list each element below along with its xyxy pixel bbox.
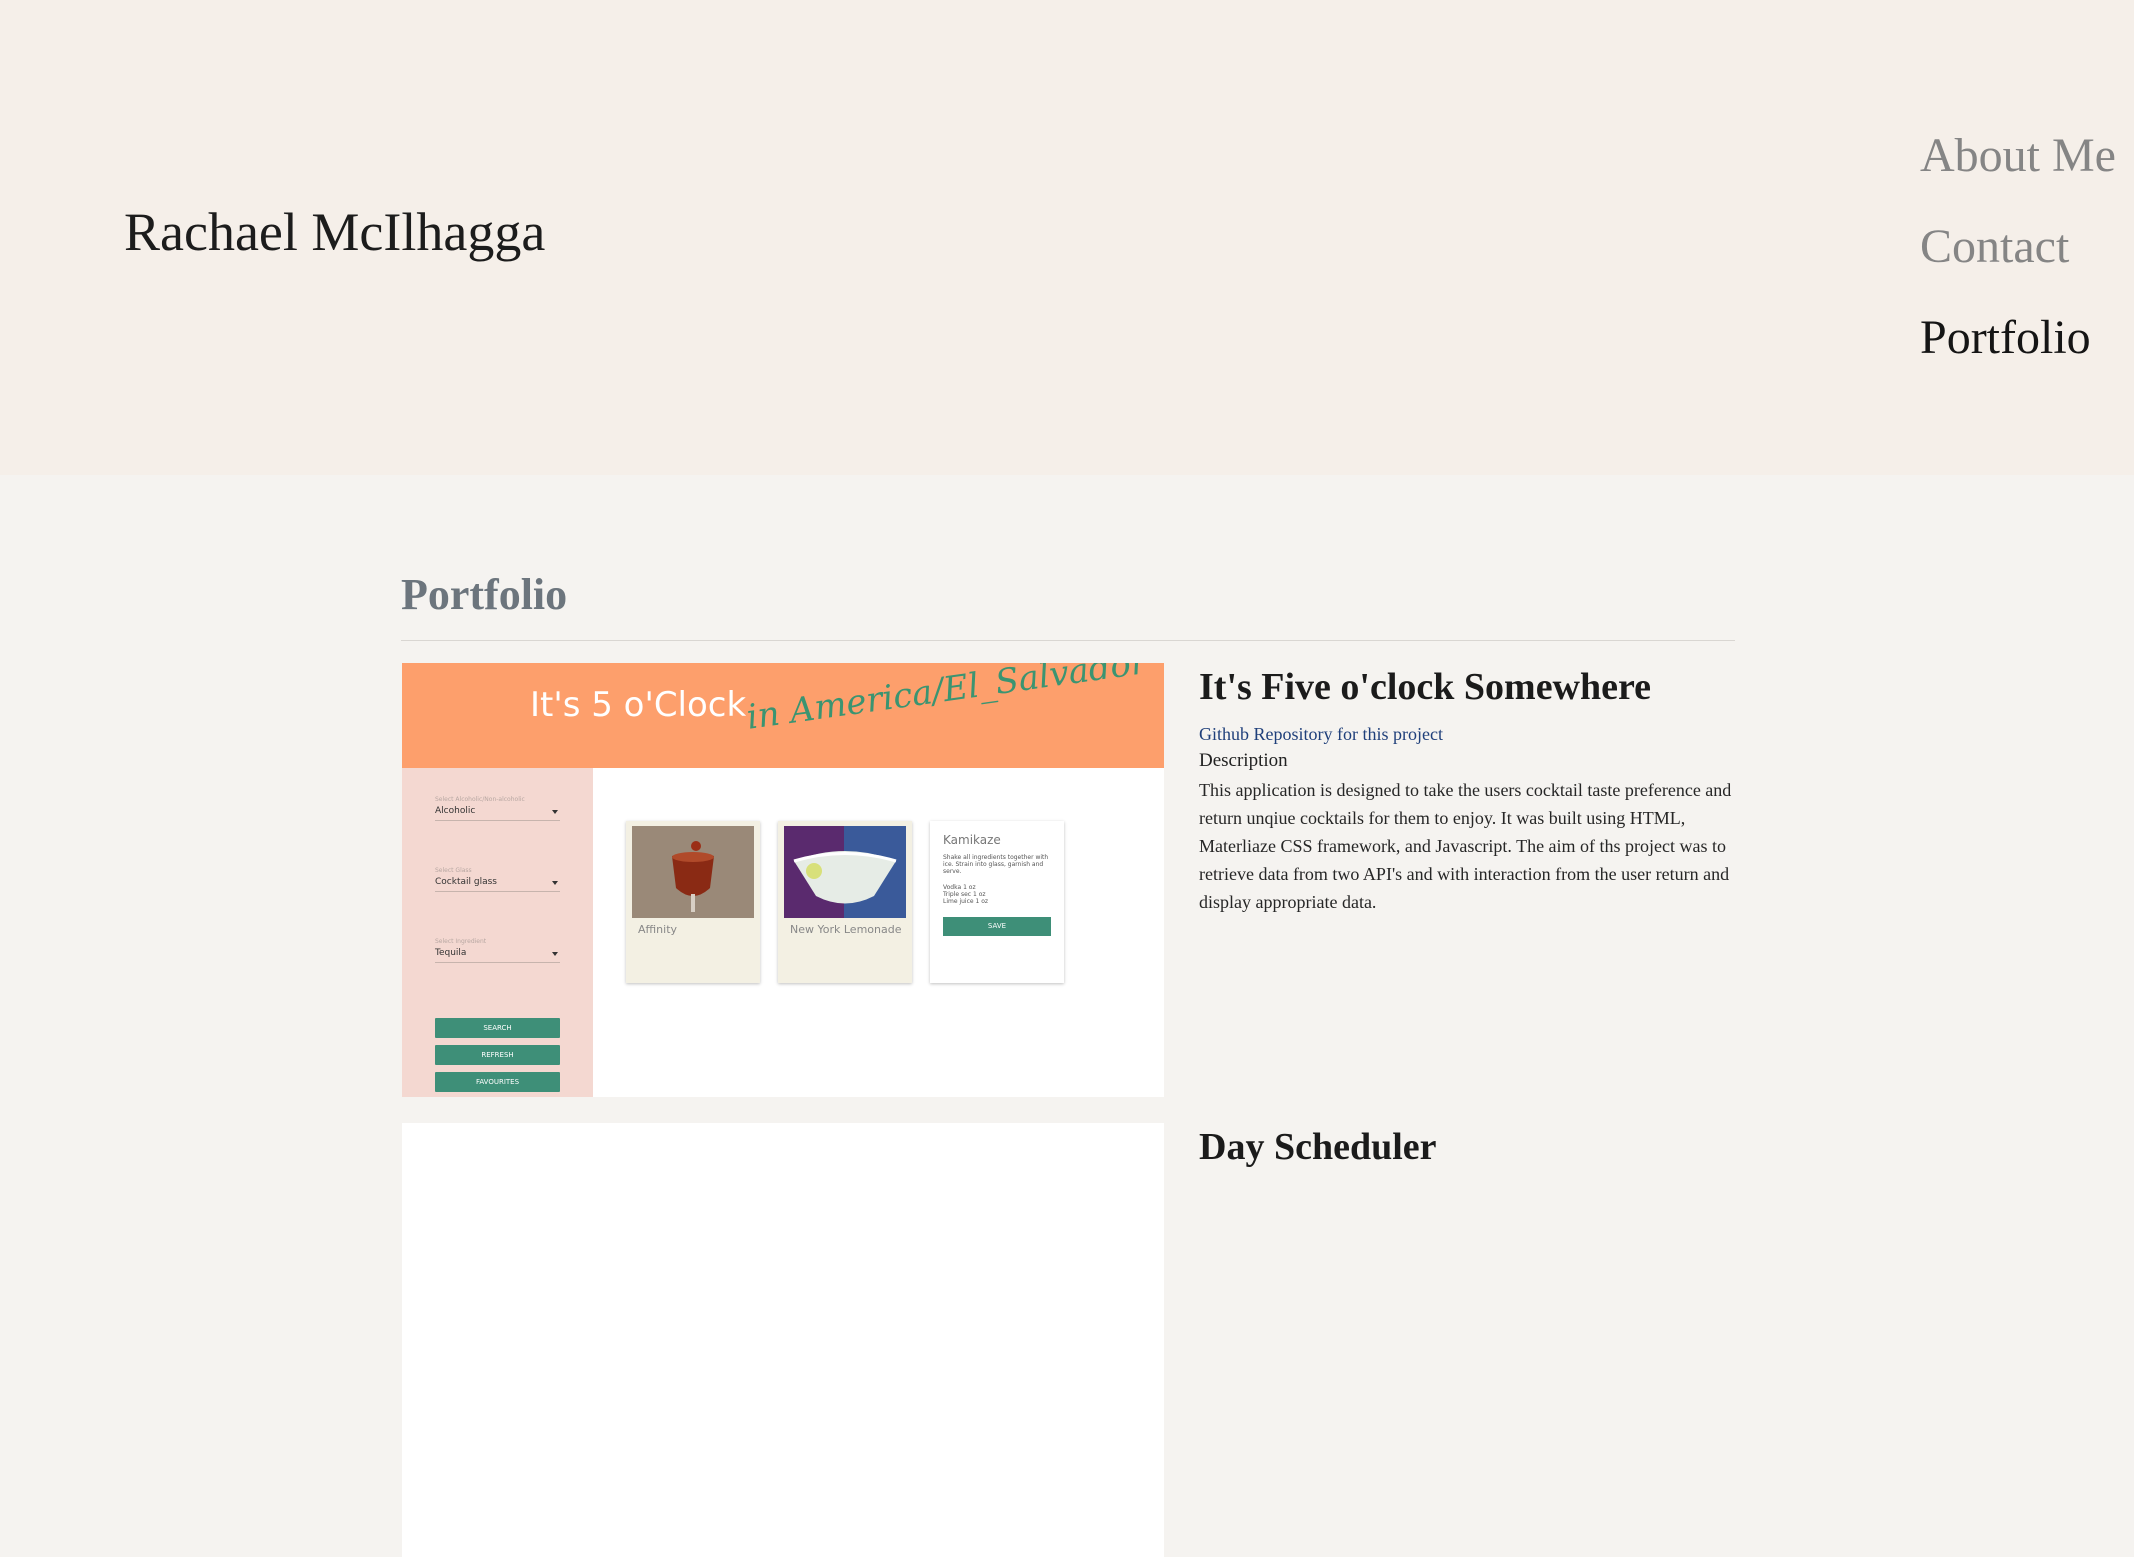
nav-contact[interactable]: Contact [1920, 201, 2116, 292]
app-select-label: Select Glass [435, 867, 472, 874]
app-select-value: Tequila [435, 945, 560, 963]
project-screenshot [402, 1123, 1164, 1557]
app-search-button: SEARCH [435, 1018, 560, 1038]
card-caption: Affinity [638, 923, 678, 936]
site-name: Rachael McIlhagga [124, 202, 546, 262]
app-cocktail-card: New York Lemonade [778, 821, 912, 983]
app-banner: It's 5 o'Clock in America/El_Salvador [402, 663, 1164, 768]
recipe-ingredient: Triple sec 1 oz [943, 891, 986, 898]
app-refresh-button: REFRESH [435, 1045, 560, 1065]
project-info: It's Five o'clock Somewhere Github Repos… [1199, 663, 1739, 916]
card-caption: New York Lemonade [790, 923, 902, 936]
app-select-alcoholic: Select Alcoholic/Non-alcoholic Alcoholic [435, 796, 560, 821]
project-description: This application is designed to take the… [1199, 780, 1732, 912]
app-sidebar: Select Alcoholic/Non-alcoholic Alcoholic… [402, 768, 593, 1097]
project-info: Day Scheduler [1199, 1123, 1739, 1171]
cocktail-photo-affinity [632, 826, 754, 918]
portfolio-section: Portfolio It's 5 o'Clock in America/El_S… [401, 565, 1735, 1557]
nav-about-me[interactable]: About Me [1920, 110, 2116, 201]
app-select-label: Select Ingredient [435, 938, 487, 945]
recipe-save-button: SAVE [943, 917, 1051, 936]
section-divider [401, 640, 1735, 641]
description-label: Description [1199, 750, 1288, 771]
app-select-value: Cocktail glass [435, 874, 560, 892]
recipe-ingredient: Vodka 1 oz [943, 884, 976, 891]
app-recipe-card: Kamikaze Shake all ingredients together … [930, 821, 1064, 983]
nav-portfolio[interactable]: Portfolio [1920, 292, 2116, 383]
cocktail-photo-new-york-lemonade [784, 826, 906, 918]
site-header: Rachael McIlhagga About Me Contact Portf… [0, 0, 2134, 475]
app-cocktail-card: Affinity [626, 821, 760, 983]
app-select-value: Alcoholic [435, 803, 560, 821]
app-select-glass: Select Glass Cocktail glass [435, 867, 560, 892]
github-repo-link[interactable]: Github Repository for this project [1199, 721, 1739, 747]
app-select-label: Select Alcoholic/Non-alcoholic [435, 796, 525, 803]
app-favourites-button: FAVOURITES [435, 1072, 560, 1092]
recipe-ingredient: Lime juice 1 oz [943, 898, 989, 905]
project-title: It's Five o'clock Somewhere [1199, 666, 1652, 708]
app-banner-timezone: in America/El_Salvador [744, 663, 1150, 738]
project-screenshot: It's 5 o'Clock in America/El_Salvador Se… [402, 663, 1164, 1097]
project-title: Day Scheduler [1199, 1126, 1437, 1168]
recipe-title: Kamikaze [943, 833, 1001, 847]
main-nav: About Me Contact Portfolio [1920, 110, 2116, 383]
recipe-instructions: Shake all ingredients together with ice.… [943, 854, 1049, 875]
section-title: Portfolio [401, 570, 568, 619]
app-banner-title: It's 5 o'Clock [530, 685, 747, 725]
app-select-ingredient: Select Ingredient Tequila [435, 938, 560, 963]
